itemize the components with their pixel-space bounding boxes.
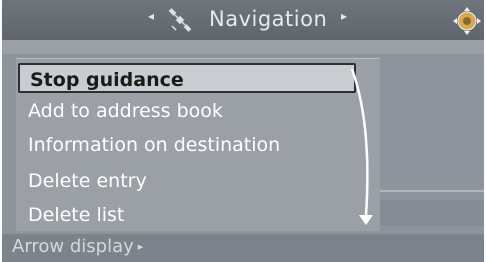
menu-item-delete-list[interactable]: Delete list <box>28 200 124 230</box>
divider <box>380 190 484 192</box>
idrive-screen: ◂ Navigation ▸ Stop guidance Add to addr… <box>2 0 484 262</box>
arrow-display-label: Arrow display <box>12 236 134 257</box>
menu-item-add-to-address-book[interactable]: Add to address book <box>28 96 223 126</box>
menu-item-delete-entry[interactable]: Delete entry <box>28 166 147 196</box>
scroll-down-arrow-icon <box>359 215 373 225</box>
options-menu: Stop guidance Add to address book Inform… <box>16 58 380 231</box>
title-bar: ◂ Navigation ▸ <box>2 0 484 40</box>
arrow-display-option[interactable]: Arrow display ▸ <box>12 236 143 257</box>
satellite-icon <box>168 8 192 32</box>
controller-icon <box>453 7 481 35</box>
status-bar: Arrow display ▸ <box>2 234 484 262</box>
menu-item-information-on-destination[interactable]: Information on destination <box>28 130 280 160</box>
background-panel <box>380 200 484 226</box>
chevron-right-icon: ▸ <box>137 240 144 253</box>
next-menu-arrow[interactable]: ▸ <box>341 9 347 23</box>
scroll-indicator[interactable] <box>346 65 376 231</box>
screen-title: Navigation <box>209 7 328 31</box>
background-panel <box>2 40 484 54</box>
menu-item-stop-guidance[interactable]: Stop guidance <box>18 63 356 93</box>
previous-menu-arrow[interactable]: ◂ <box>148 9 154 23</box>
